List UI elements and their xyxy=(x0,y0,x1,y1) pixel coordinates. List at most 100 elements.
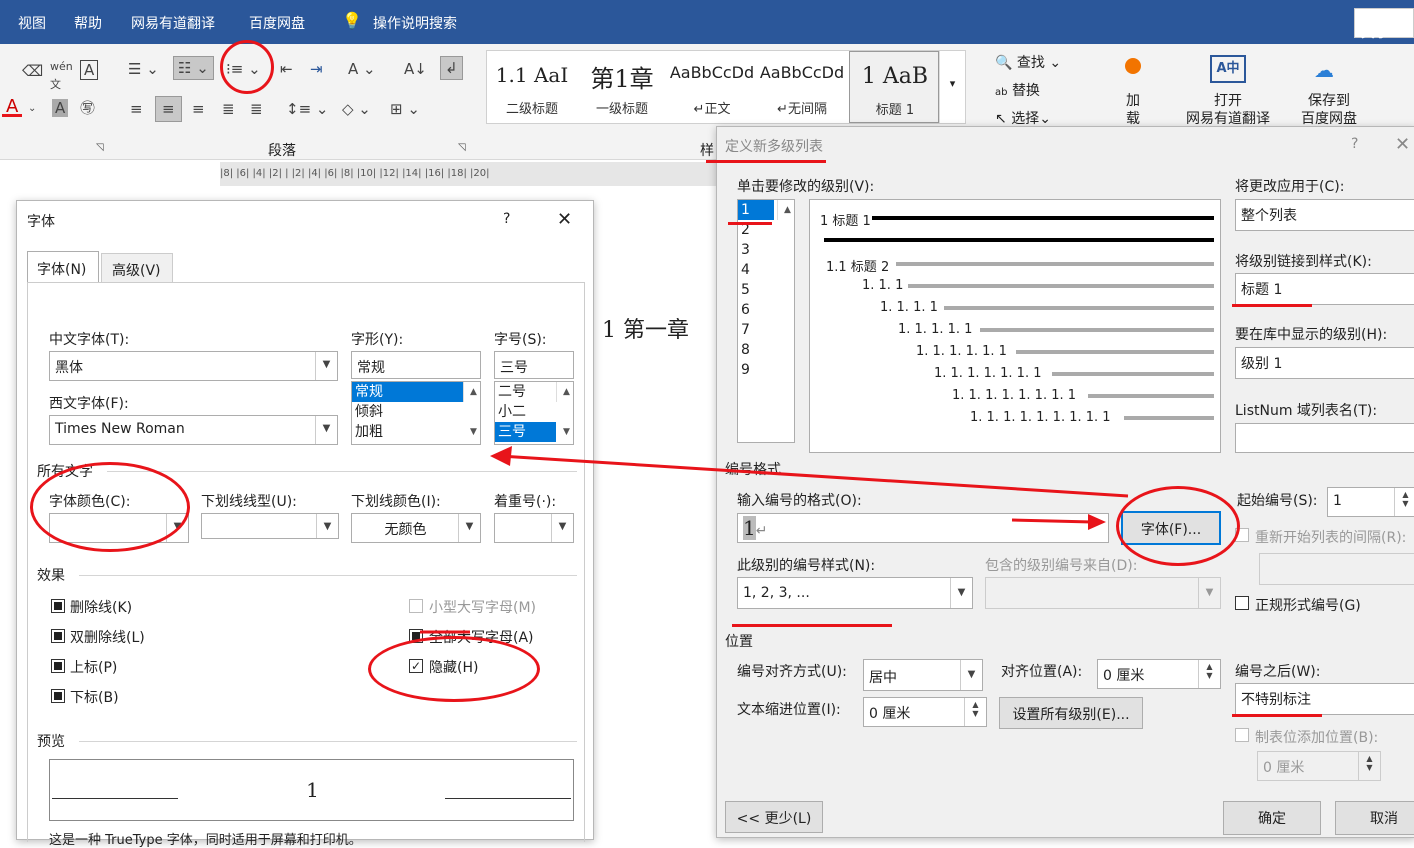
list-item[interactable]: 5 xyxy=(738,280,794,300)
list-item[interactable]: 6 xyxy=(738,300,794,320)
list-item[interactable]: 1 xyxy=(738,200,774,220)
justify-icon[interactable]: ≣ xyxy=(222,100,235,118)
show-marks-icon[interactable]: ↲ xyxy=(440,56,463,80)
list-item[interactable]: 加粗 xyxy=(352,422,480,442)
smallcaps-checkbox[interactable] xyxy=(409,599,423,613)
style-no-spacing[interactable]: AaBbCcDd ↵无间隔 xyxy=(757,51,847,123)
scrollbar[interactable]: ▲ ▼ xyxy=(556,382,573,437)
menu-youdao[interactable]: 网易有道翻译 xyxy=(131,13,215,33)
style-heading-1[interactable]: 1 AaB 标题 1 xyxy=(849,51,939,123)
share-button[interactable]: ⇪ 共享 xyxy=(1354,8,1414,41)
style-list[interactable]: 常规 倾斜 加粗 ▲ ▼ xyxy=(351,381,481,445)
list-item[interactable]: 4 xyxy=(738,260,794,280)
style-normal[interactable]: AaBbCcDd ↵正文 xyxy=(667,51,757,123)
cancel-button[interactable]: 取消 xyxy=(1335,801,1414,835)
dstrike-checkbox[interactable] xyxy=(51,629,65,643)
help-icon[interactable]: ? xyxy=(503,211,510,227)
align-right-icon[interactable]: ≡ xyxy=(192,100,205,118)
restart-select[interactable] xyxy=(1259,553,1414,585)
emphasis-select[interactable]: ▼ xyxy=(494,513,574,543)
char-border-icon[interactable]: A xyxy=(80,60,99,80)
increase-indent-icon[interactable]: ⇥ xyxy=(310,60,323,78)
phonetic-icon[interactable]: wén 文 xyxy=(50,58,73,94)
link-select[interactable]: 标题 1 xyxy=(1235,273,1414,305)
style-heading1-cn[interactable]: 第1章 一级标题 xyxy=(577,51,667,123)
distribute-icon[interactable]: ≣ xyxy=(250,100,263,118)
multilevel-dialog: 定义新多级列表 ? ✕ 单击要修改的级别(V): 1 2 3 4 5 6 7 8… xyxy=(716,126,1414,838)
close-icon[interactable]: ✕ xyxy=(1395,134,1410,155)
borders-icon[interactable]: ⊞ ⌄ xyxy=(390,100,420,118)
strike-checkbox[interactable] xyxy=(51,599,65,613)
list-item[interactable]: 常规 xyxy=(352,382,463,402)
close-icon[interactable]: ✕ xyxy=(557,209,572,230)
list-item[interactable]: 3 xyxy=(738,240,794,260)
listnum-input[interactable] xyxy=(1235,423,1414,453)
size-input[interactable]: 三号 xyxy=(494,351,574,379)
ok-button[interactable]: 确定 xyxy=(1223,801,1321,835)
align-left-icon[interactable]: ≡ xyxy=(130,100,143,118)
select-button[interactable]: ↖ 选择⌄ xyxy=(995,108,1051,128)
underline-color-select[interactable]: 无颜色 ▼ xyxy=(351,513,481,543)
bullets-icon[interactable]: ☰ ⌄ xyxy=(128,60,159,78)
menu-view[interactable]: 视图 xyxy=(18,13,46,33)
subscript-checkbox[interactable] xyxy=(51,689,65,703)
paragraph-launcher-icon[interactable]: ◹ xyxy=(458,142,466,153)
tell-me-search[interactable]: 操作说明搜索 xyxy=(373,13,457,33)
find-button[interactable]: 🔍 查找 ⌄ xyxy=(995,52,1061,72)
dialog-launcher-icon[interactable]: ◹ xyxy=(96,142,104,153)
chevron-down-icon[interactable]: ⌄ xyxy=(28,100,36,118)
replace-button[interactable]: ab 替换 xyxy=(995,80,1040,100)
scrollbar[interactable]: ▲ xyxy=(777,200,794,220)
line-spacing-icon[interactable]: ↕≡ ⌄ xyxy=(286,100,328,118)
underline-select[interactable]: ▼ xyxy=(201,513,339,539)
styles-more-icon[interactable]: ▾ xyxy=(939,51,965,123)
numbering-icon[interactable]: ☷ ⌄ xyxy=(173,56,214,80)
list-item[interactable]: 7 xyxy=(738,320,794,340)
char-shading-icon[interactable]: A xyxy=(52,99,69,117)
list-item[interactable]: 9 xyxy=(738,360,794,380)
start-spinner[interactable]: 1 ▲ ▼ xyxy=(1327,487,1414,517)
tabstop-spinner[interactable]: 0 厘米 ▲ ▼ xyxy=(1257,751,1381,781)
align-pos-spinner[interactable]: 0 厘米 ▲ ▼ xyxy=(1097,659,1221,689)
text-direction-icon[interactable]: A ⌄ xyxy=(348,60,376,78)
list-item[interactable]: 三号 xyxy=(495,422,556,442)
enter-format-input[interactable]: 1↵ xyxy=(737,513,1109,543)
menu-help[interactable]: 帮助 xyxy=(74,13,102,33)
gallery-select[interactable]: 级别 1 xyxy=(1235,347,1414,379)
open-youdao-button[interactable]: 打开 网易有道翻译 xyxy=(1180,92,1276,128)
style-input[interactable]: 常规 xyxy=(351,351,481,379)
indent-spinner[interactable]: 0 厘米 ▲ ▼ xyxy=(863,697,987,727)
list-item[interactable]: 小二 xyxy=(495,402,573,422)
set-all-levels-button[interactable]: 设置所有级别(E)... xyxy=(999,697,1143,729)
include-select[interactable]: ▼ xyxy=(985,577,1221,609)
menu-baidu[interactable]: 百度网盘 xyxy=(249,13,305,33)
style-heading2[interactable]: 1.1 AaI 二级标题 xyxy=(487,51,577,123)
cn-font-select[interactable]: 黑体 ▼ xyxy=(49,351,338,381)
save-baidu-button[interactable]: 保存到 百度网盘 xyxy=(1294,92,1364,128)
tab-advanced[interactable]: 高级(V) xyxy=(101,253,173,283)
shading-icon[interactable]: ◇ ⌄ xyxy=(342,100,371,118)
sort-icon[interactable]: A↓ xyxy=(404,60,427,78)
west-font-select[interactable]: Times New Roman ▼ xyxy=(49,415,338,445)
align-select[interactable]: 居中 ▼ xyxy=(863,659,983,691)
list-item[interactable]: 8 xyxy=(738,340,794,360)
after-select[interactable]: 不特别标注 xyxy=(1235,683,1414,715)
decrease-indent-icon[interactable]: ⇤ xyxy=(280,60,293,78)
num-style-select[interactable]: 1, 2, 3, ... ▼ xyxy=(737,577,973,609)
list-item[interactable]: 倾斜 xyxy=(352,402,480,422)
apply-select[interactable]: 整个列表 xyxy=(1235,199,1414,231)
legal-checkbox[interactable] xyxy=(1235,596,1249,610)
help-icon[interactable]: ? xyxy=(1351,136,1358,152)
enclose-char-icon[interactable]: ㊢ xyxy=(80,99,95,117)
scrollbar[interactable]: ▲ ▼ xyxy=(463,382,480,437)
eraser-icon[interactable]: ⌫ xyxy=(22,62,43,80)
tab-font[interactable]: 字体(N) xyxy=(27,251,99,283)
preview-row-3: 1. 1. 1 xyxy=(862,278,904,293)
superscript-checkbox[interactable] xyxy=(51,659,65,673)
size-list[interactable]: 二号 小二 三号 ▲ ▼ xyxy=(494,381,574,445)
level-list[interactable]: 1 2 3 4 5 6 7 8 9 ▲ xyxy=(737,199,795,443)
less-button[interactable]: << 更少(L) xyxy=(725,801,823,833)
doc-heading[interactable]: 1 第一章 xyxy=(602,312,689,344)
tabstop-checkbox[interactable] xyxy=(1235,728,1249,742)
align-center-icon[interactable]: ≡ xyxy=(155,96,182,122)
